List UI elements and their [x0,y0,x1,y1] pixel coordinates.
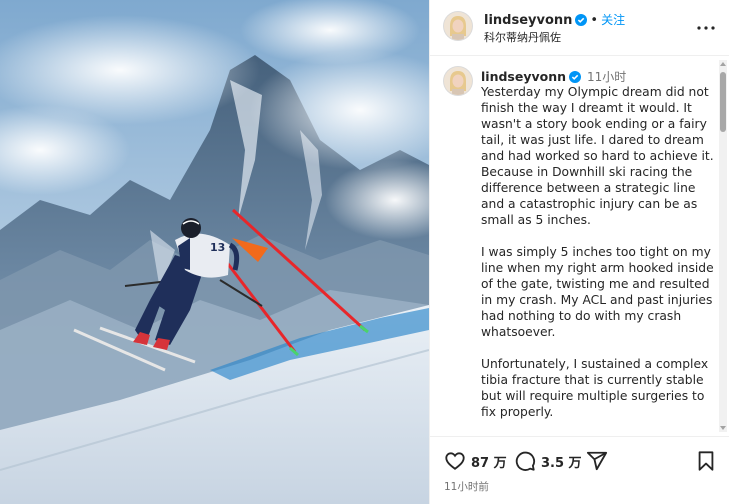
header-username-row: lindseyvonn • 关注 [484,11,625,30]
separator-dot: • [590,13,599,28]
verified-badge-icon [575,14,588,30]
comment-icon [515,451,536,471]
heart-icon [445,452,465,470]
comment-count[interactable]: 3.5 万 [541,452,582,471]
bib-number: 13 [210,241,225,254]
bookmark-icon [698,451,714,471]
follow-button[interactable]: 关注 [601,13,625,27]
post-panel: lindseyvonn • 关注 科尔蒂纳丹佩佐 lindseyvonn 11小时 Y… [429,0,729,504]
share-button[interactable] [586,449,608,473]
post-timestamp[interactable]: 11小时前 [444,479,489,494]
skier-photo: 13 [0,0,429,504]
caption-scrollbar[interactable] [719,60,727,432]
caption-section: lindseyvonn 11小时 Yesterday my Olympic dre… [430,56,729,434]
post-header: lindseyvonn • 关注 科尔蒂纳丹佩佐 [430,0,729,56]
header-username[interactable]: lindseyvonn [484,13,572,28]
caption-paragraph: Unfortunately, I sustained a complex tib… [481,357,709,419]
scroll-up-icon[interactable] [720,62,726,66]
caption-time[interactable]: 11小时 [587,70,626,84]
caption-paragraph: Yesterday my Olympic dream did not finis… [481,85,714,227]
like-button[interactable]: 87 万 [444,449,507,473]
post-image[interactable]: 13 [0,0,429,504]
caption-username[interactable]: lindseyvonn [481,69,566,84]
scroll-thumb[interactable] [720,72,726,132]
location-link[interactable]: 科尔蒂纳丹佩佐 [484,29,561,45]
caption-avatar[interactable] [444,67,472,95]
caption-paragraph: I was simply 5 inches too tight on my li… [481,245,714,339]
more-options-icon[interactable] [694,16,718,40]
like-count[interactable]: 87 万 [471,452,507,471]
share-icon [586,451,608,471]
author-avatar[interactable] [444,12,472,40]
save-button[interactable] [696,449,716,473]
comment-button[interactable]: 3.5 万 [514,449,582,473]
caption-text: Yesterday my Olympic dream did not finis… [481,84,717,434]
scroll-down-icon[interactable] [720,426,726,430]
action-bar: 87 万 3.5 万 11小时前 [430,436,729,504]
